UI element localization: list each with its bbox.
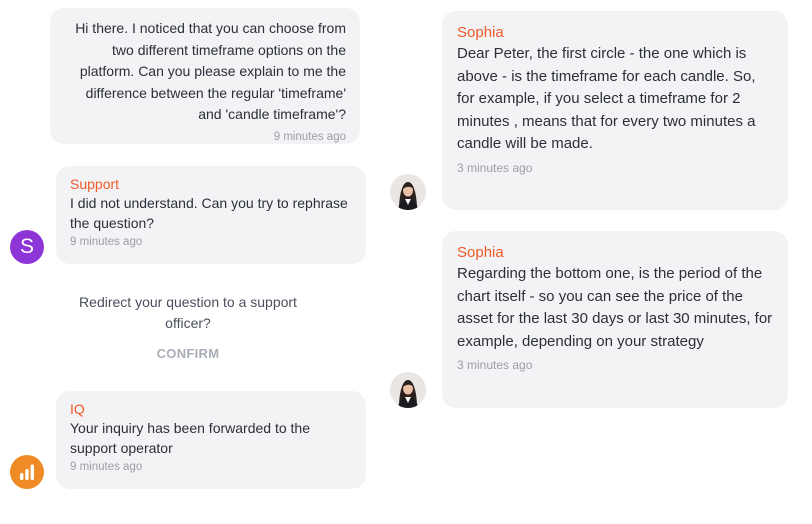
sender-name: Sophia (457, 244, 504, 261)
sender-name: Support (70, 176, 120, 192)
sophia-avatar (390, 372, 426, 408)
sophia-message-bubble: Sophia Regarding the bottom one, is the … (442, 231, 788, 408)
sophia-message-bubble: Sophia Dear Peter, the first circle - th… (442, 11, 788, 210)
confirm-button[interactable]: CONFIRM (134, 342, 242, 364)
redirect-prompt: Redirect your question to a support offi… (79, 294, 297, 331)
message-text: I did not understand. Can you try to rep… (70, 195, 348, 231)
iq-logo-avatar (10, 455, 44, 489)
iq-message-bubble: IQ Your inquiry has been forwarded to th… (56, 391, 366, 489)
bar-chart-icon (20, 464, 34, 480)
message-time: 9 minutes ago (273, 130, 346, 143)
sender-name: IQ (70, 401, 85, 417)
message-time: 3 minutes ago (457, 160, 533, 175)
support-avatar: S (10, 230, 44, 264)
message-time: 3 minutes ago (457, 358, 533, 372)
support-message-bubble: Support I did not understand. Can you tr… (56, 166, 366, 264)
sender-name: Sophia (457, 24, 504, 41)
person-photo-icon (390, 372, 426, 408)
user-message-bubble: Hi there. I noticed that you can choose … (50, 8, 360, 144)
message-text: Hi there. I noticed that you can choose … (75, 20, 346, 122)
message-text: Regarding the bottom one, is the period … (457, 265, 773, 350)
person-photo-icon (390, 174, 426, 210)
message-text: Dear Peter, the first circle - the one w… (457, 45, 756, 152)
message-time: 9 minutes ago (70, 236, 143, 248)
message-text: Your inquiry has been forwarded to the s… (70, 420, 310, 456)
sophia-avatar (390, 174, 426, 210)
message-time: 9 minutes ago (70, 461, 143, 473)
